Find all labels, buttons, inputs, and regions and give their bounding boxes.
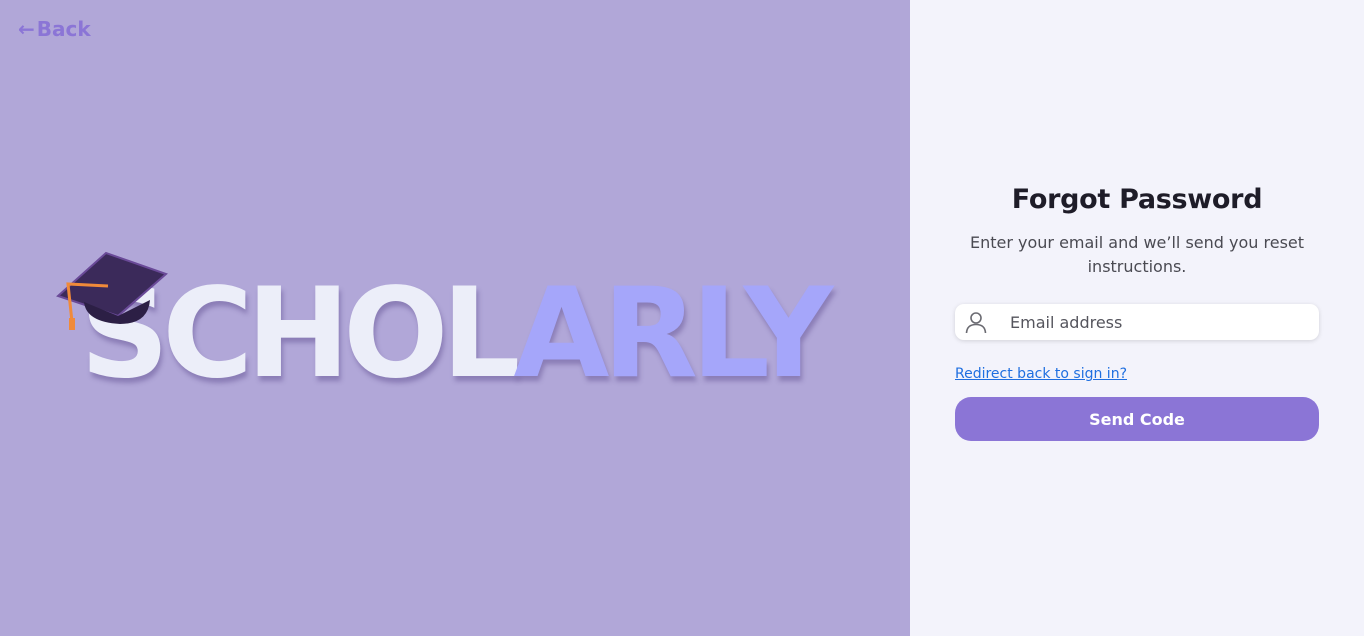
form-subtitle: Enter your email and we’ll send you rese… — [969, 233, 1305, 276]
back-arrow-icon: ← — [18, 17, 35, 41]
brand-panel: ← Back SCHOLARLY — [0, 0, 910, 636]
send-code-button[interactable]: Send Code — [955, 397, 1319, 441]
forgot-password-form: Forgot Password Enter your email and we’… — [955, 184, 1319, 441]
logo-text-part-2: ARLY — [513, 262, 834, 406]
form-panel: Forgot Password Enter your email and we’… — [910, 0, 1364, 636]
logo-wordmark: SCHOLARLY — [80, 272, 833, 396]
back-label: Back — [36, 17, 91, 41]
user-icon — [955, 304, 997, 340]
scholarly-logo: SCHOLARLY — [56, 250, 876, 400]
back-link[interactable]: ← Back — [18, 17, 91, 41]
redirect-sign-in-link[interactable]: Redirect back to sign in? — [955, 366, 1127, 382]
page: ← Back SCHOLARLY Forgot Password Enter y… — [0, 0, 1364, 636]
email-input[interactable] — [997, 305, 1319, 339]
graduation-cap-icon — [56, 251, 168, 330]
email-field[interactable] — [955, 304, 1319, 340]
form-title: Forgot Password — [1011, 184, 1263, 215]
